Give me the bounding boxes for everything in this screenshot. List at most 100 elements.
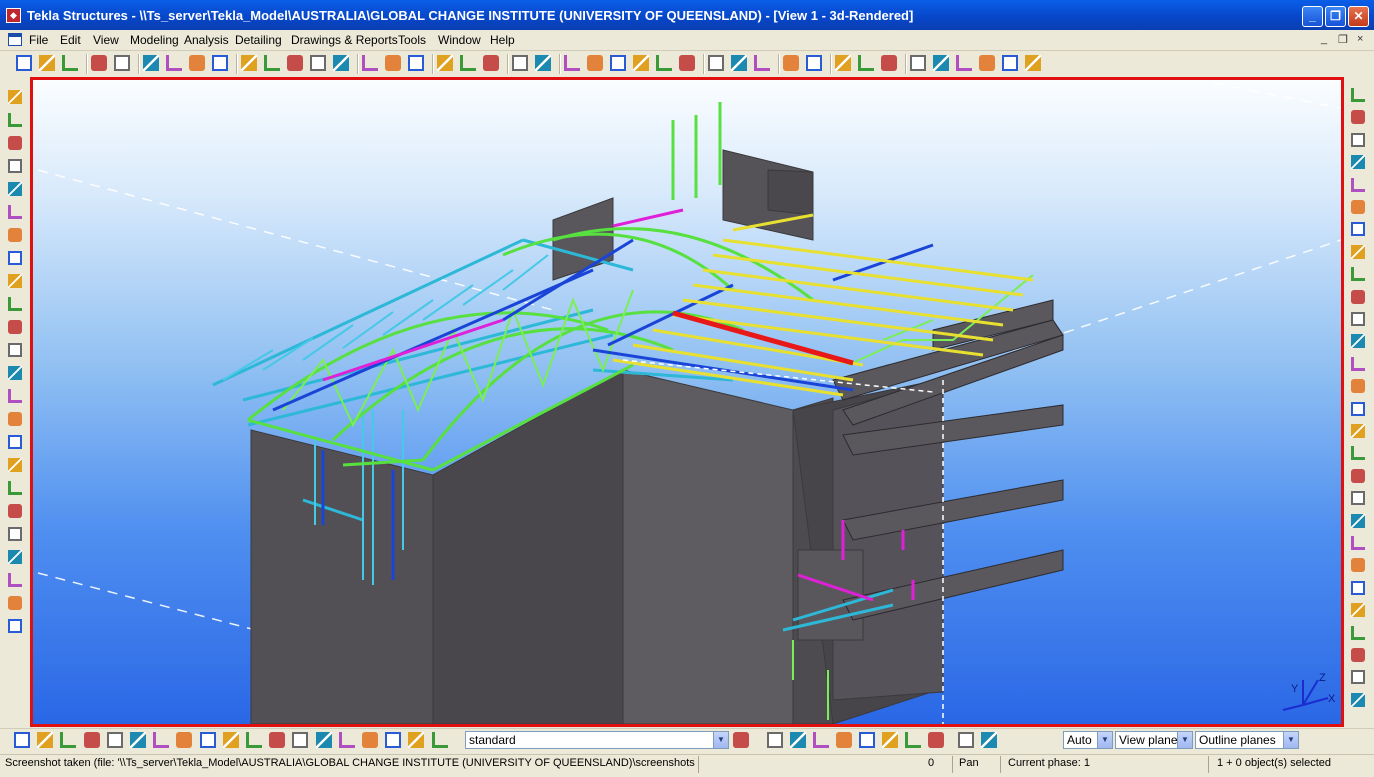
snap-geom-icon[interactable] xyxy=(432,732,448,748)
window2-icon[interactable] xyxy=(264,55,280,71)
snap-ref-icon[interactable] xyxy=(408,732,424,748)
redo-icon[interactable] xyxy=(114,55,130,71)
section-base2-icon[interactable] xyxy=(1351,558,1365,572)
select-assembly-icon[interactable] xyxy=(107,732,123,748)
line2-icon[interactable] xyxy=(8,389,22,403)
polybeam-icon[interactable] xyxy=(8,136,22,150)
numbering-icon[interactable] xyxy=(783,55,799,71)
snap-mid-icon[interactable] xyxy=(362,732,378,748)
box-icon[interactable] xyxy=(8,504,22,518)
line-icon[interactable] xyxy=(8,251,22,265)
diagonal-icon[interactable] xyxy=(8,274,22,288)
binoculars-icon[interactable] xyxy=(8,435,22,449)
section-double-icon[interactable] xyxy=(1351,469,1365,483)
rotate-icon[interactable] xyxy=(460,55,476,71)
window-icon[interactable] xyxy=(241,55,257,71)
point-icon[interactable] xyxy=(8,366,22,380)
minimize-button[interactable]: _ xyxy=(1302,6,1323,27)
chevron-down-icon[interactable]: ▼ xyxy=(1177,732,1192,748)
mdi-close-button[interactable]: × xyxy=(1357,33,1363,45)
open-icon[interactable] xyxy=(39,55,55,71)
chevron-down-icon[interactable]: ▼ xyxy=(713,732,728,748)
plane-type-select[interactable]: Outline planes ▼ xyxy=(1195,731,1299,749)
section-pipe-icon[interactable] xyxy=(1351,514,1365,528)
brace-icon[interactable] xyxy=(8,297,22,311)
slab-icon[interactable] xyxy=(8,182,22,196)
mdi-restore-button[interactable]: ❐ xyxy=(1338,33,1348,46)
copy-icon[interactable] xyxy=(143,55,159,71)
chevron-down-icon[interactable]: ▼ xyxy=(1097,732,1112,748)
snap-arrow-icon[interactable] xyxy=(928,732,944,748)
snap-line-icon[interactable] xyxy=(859,732,875,748)
select-all-icon[interactable] xyxy=(14,732,30,748)
snap-center-icon[interactable] xyxy=(733,732,749,748)
column-icon[interactable] xyxy=(8,90,22,104)
curved-beam-icon[interactable] xyxy=(8,159,22,173)
snap-icon[interactable] xyxy=(483,55,499,71)
component-icon[interactable] xyxy=(385,55,401,71)
section-tower-icon[interactable] xyxy=(1351,648,1365,662)
export-icon[interactable] xyxy=(1025,55,1041,71)
tekla-icon[interactable] xyxy=(806,55,822,71)
pad-icon[interactable] xyxy=(8,205,22,219)
anchor-icon[interactable] xyxy=(8,228,22,242)
components-icon[interactable] xyxy=(981,732,997,748)
section-circle-icon[interactable] xyxy=(1351,424,1365,438)
chevron-down-icon[interactable]: ▼ xyxy=(1283,732,1298,748)
mdi-minimize-button[interactable]: _ xyxy=(1321,33,1327,45)
section-box-icon[interactable] xyxy=(1351,245,1365,259)
properties-icon[interactable] xyxy=(212,55,228,71)
dimension-icon[interactable] xyxy=(587,55,603,71)
brace3-icon[interactable] xyxy=(8,343,22,357)
menu-help[interactable]: Help xyxy=(490,33,515,47)
binoculars-icon[interactable] xyxy=(1351,133,1365,147)
menu-modeling[interactable]: Modeling xyxy=(130,33,179,47)
select-component-icon[interactable] xyxy=(130,732,146,748)
clash-icon[interactable] xyxy=(731,55,747,71)
weld-icon[interactable] xyxy=(8,527,22,541)
snap-point-icon[interactable] xyxy=(316,732,332,748)
tekla-app-icon[interactable]: ◆ xyxy=(6,8,21,23)
filter-settings-icon[interactable] xyxy=(385,732,401,748)
cross-icon[interactable] xyxy=(610,55,626,71)
select-bolt-icon[interactable] xyxy=(176,732,192,748)
move-icon[interactable] xyxy=(437,55,453,71)
arc-icon[interactable] xyxy=(656,55,672,71)
menu-view[interactable]: View xyxy=(93,33,119,47)
menu-drawings-reports[interactable]: Drawings & Reports xyxy=(291,33,398,47)
document-icon[interactable] xyxy=(8,33,22,46)
section-i-icon[interactable] xyxy=(1351,222,1365,236)
menu-edit[interactable]: Edit xyxy=(60,33,81,47)
maximize-button[interactable]: ❐ xyxy=(1325,6,1346,27)
snap-free-icon[interactable] xyxy=(905,732,921,748)
section-plate-icon[interactable] xyxy=(1351,446,1365,460)
select-point-icon[interactable] xyxy=(246,732,262,748)
assembly-icon[interactable] xyxy=(362,55,378,71)
menu-analysis[interactable]: Analysis xyxy=(184,33,229,47)
tool-icon[interactable] xyxy=(8,458,22,472)
arrow-left-icon[interactable] xyxy=(1351,155,1365,169)
scissors-icon[interactable] xyxy=(287,55,303,71)
hammer-icon[interactable] xyxy=(979,55,995,71)
select-icon[interactable] xyxy=(310,55,326,71)
select-grid-icon[interactable] xyxy=(84,732,100,748)
beam-icon[interactable] xyxy=(8,113,22,127)
work-plane-select[interactable]: View plane ▼ xyxy=(1115,731,1193,749)
layout-icon[interactable] xyxy=(933,55,949,71)
snap-perp-icon[interactable] xyxy=(790,732,806,748)
section-cone-icon[interactable] xyxy=(1351,670,1365,684)
forward-icon[interactable] xyxy=(835,55,851,71)
chamfer-icon[interactable] xyxy=(8,619,22,633)
snap-intersect-icon[interactable] xyxy=(767,732,783,748)
catalog-icon[interactable] xyxy=(858,55,874,71)
circle-icon[interactable] xyxy=(8,412,22,426)
group-icon[interactable] xyxy=(8,481,22,495)
menu-tools[interactable]: Tools xyxy=(398,33,426,47)
filter-icon[interactable] xyxy=(956,55,972,71)
bolt-icon[interactable] xyxy=(8,550,22,564)
menu-window[interactable]: Window xyxy=(438,33,481,47)
help-icon[interactable] xyxy=(535,55,551,71)
close-button[interactable]: ✕ xyxy=(1348,6,1369,27)
section-box2-icon[interactable] xyxy=(1351,491,1365,505)
list-icon[interactable] xyxy=(881,55,897,71)
